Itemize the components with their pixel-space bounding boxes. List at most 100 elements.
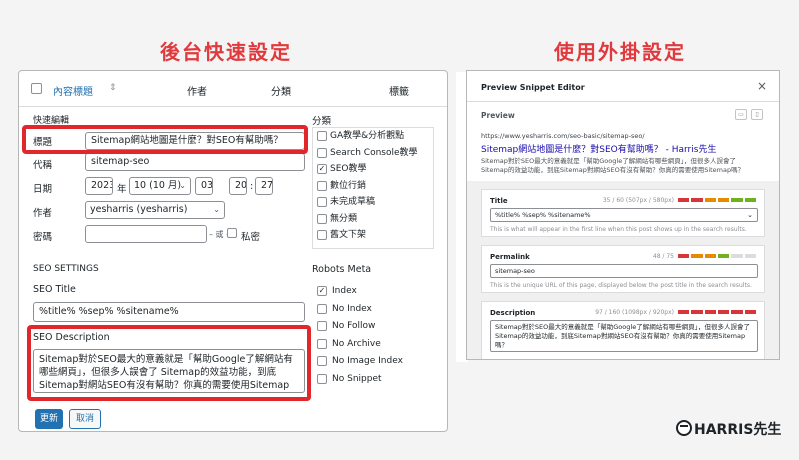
checkbox[interactable] [317,147,327,158]
progress-segment [717,310,730,314]
robots-item[interactable]: ✓ Index [317,283,403,301]
progress-segment [691,198,703,202]
preview-label: Preview [481,111,515,120]
robots-item[interactable]: No Index [317,301,403,319]
logo-text: HARRIS先生 [694,422,782,438]
description-progress-bar [678,310,756,314]
robots-item[interactable]: No Follow [317,318,403,336]
hour-field[interactable]: 20 [229,177,247,195]
category-item[interactable]: Search Console教學 [313,145,433,162]
permalink-progress-bar [678,254,756,258]
seo-title-label: SEO Title [33,284,76,295]
seo-description-field[interactable]: Sitemap對於SEO最大的意義就是「幫助Google了解網站有哪些網頁」，但… [33,349,305,393]
mobile-icon[interactable]: ▯ [751,109,763,120]
checkbox[interactable] [317,230,327,240]
progress-segment [717,254,730,258]
checkbox[interactable] [317,321,327,331]
checkbox[interactable] [317,338,327,349]
heading-right: 使用外掛設定 [554,40,686,64]
progress-segment [678,198,690,202]
robots-item[interactable]: No Image Index [317,353,403,371]
robots-item-label: No Follow [332,321,376,331]
title-field[interactable]: Sitemap網站地圖是什麼？對SEO有幫助嗎？ [85,132,305,150]
cancel-button[interactable]: 取消 [69,409,101,429]
category-label: 分類 [312,116,332,127]
checkbox[interactable] [317,197,327,207]
private-checkbox[interactable] [227,228,237,238]
category-item-label: 數位行銷 [330,180,367,191]
time-separator: : [250,181,254,192]
progress-segment [731,254,743,258]
description-input[interactable]: Sitemap對於SEO最大的意義就是「幫助Google了解網站有哪些網頁」，但… [490,320,758,352]
column-tags: 標籤 [389,87,409,98]
category-item[interactable]: 無分類 [313,211,433,228]
robots-list: ✓ Index No Index No Follow No Archive No Imag… [317,283,403,388]
title-label: 標題 [33,137,53,148]
title-hint: This is what will appear in the first li… [490,226,747,233]
update-button[interactable]: 更新 [35,409,63,429]
category-item[interactable]: 數位行銷 [313,178,433,195]
slug-field[interactable]: sitemap-seo [85,153,305,171]
category-item[interactable]: GA教學&分析觀點 [313,128,433,145]
year-suffix: 年 [117,184,127,195]
preview-link-title[interactable]: Sitemap網站地圖是什麼？對SEO有幫助嗎？ - Harris先生 [481,142,716,155]
seo-title-field[interactable]: %title% %sep% %sitename% [33,302,305,322]
category-item-label: 未完成草稿 [330,197,376,207]
checked-checkbox[interactable]: ✓ [317,164,327,174]
title-count: 35 / 60 (507px / 580px) [602,197,674,204]
permalink-box: Permalink 48 / 75 sitemap-seo This is th… [481,245,765,293]
category-item-label: Search Console教學 [330,147,418,158]
progress-segment [744,310,756,314]
password-field[interactable] [85,225,207,243]
year-field[interactable]: 2023 [85,177,113,195]
desktop-icon[interactable]: ▭ [735,109,747,120]
progress-segment [704,254,716,258]
month-value: 10 (10 月) [134,180,182,191]
checkbox[interactable] [317,303,327,314]
progress-segment [731,310,743,314]
description-box: Description 97 / 160 (1098px / 920px) Si… [481,301,765,359]
permalink-field-label: Permalink [490,253,530,261]
snippet-editor-panel: Preview Snippet Editor × Preview ▭ ▯ htt… [466,70,780,360]
category-list: GA教學&分析觀點 Search Console教學 ✓ SEO教學數位行銷未完成草稿… [312,127,434,249]
sort-icon[interactable]: ⇕ [109,83,117,93]
progress-segment [678,310,690,314]
progress-segment [744,254,756,258]
robots-item-label: Index [332,286,357,296]
checkbox[interactable] [317,131,327,141]
category-item[interactable]: 舊文下架 [313,227,433,244]
column-title[interactable]: 內容標題 [53,83,93,98]
month-select[interactable]: 10 (10 月) ⌄ [129,177,191,195]
checkbox[interactable] [317,373,327,384]
author-select[interactable]: yesharris (yesharris) ⌄ [85,201,225,219]
progress-segment [704,198,716,202]
category-item-label: GA教學&分析觀點 [330,131,405,141]
category-item[interactable]: ✓ SEO教學 [313,161,433,178]
progress-segment [678,254,690,258]
permalink-input[interactable]: sitemap-seo [490,264,758,278]
editor-title: Preview Snippet Editor [481,83,585,92]
title-input-value: %title% %sep% %sitename% [495,211,591,219]
checkbox[interactable] [317,356,327,366]
robots-item[interactable]: No Archive [317,336,403,354]
column-author: 作者 [187,87,207,98]
robots-item-label: No Image Index [332,356,403,366]
select-all-checkbox[interactable] [31,83,42,94]
description-field-label: Description [490,309,536,317]
checkbox[interactable] [317,213,327,224]
day-field[interactable]: 03 [195,177,213,195]
robots-item-label: No Archive [332,338,381,349]
category-item[interactable]: 未完成草稿 [313,194,433,211]
category-item-label: 無分類 [330,213,358,224]
robots-item[interactable]: No Snippet [317,371,403,389]
checkbox[interactable] [317,180,327,191]
author-label: 作者 [33,208,53,219]
minute-field[interactable]: 27 [255,177,273,195]
quick-edit-panel: 內容標題 ⇕ 作者 分類 標籤 快速編輯 標題 Sitemap網站地圖是什麼？對… [18,70,448,432]
close-icon[interactable]: × [757,79,767,93]
chevron-down-icon[interactable]: ⌄ [747,209,753,221]
progress-segment [691,310,703,314]
checked-checkbox[interactable]: ✓ [317,286,327,296]
title-input[interactable]: %title% %sep% %sitename% ⌄ [490,208,758,222]
category-item-label: 舊文下架 [330,230,367,240]
